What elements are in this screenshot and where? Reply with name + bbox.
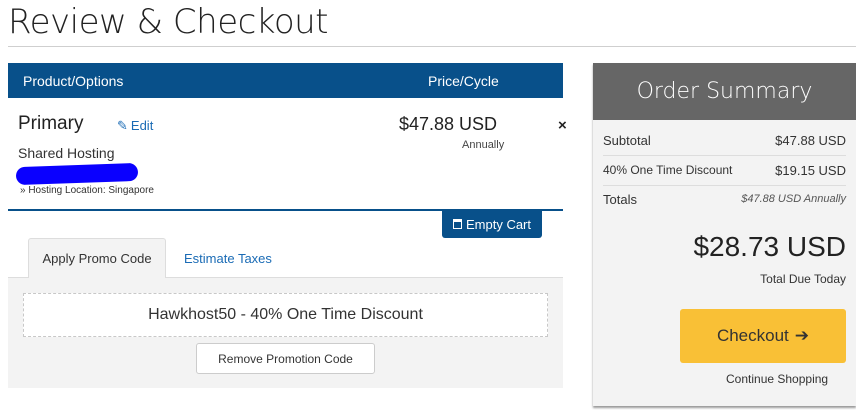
order-summary-title: Order Summary: [593, 63, 856, 120]
cart-table-header: Product/Options Price/Cycle: [8, 63, 563, 98]
edit-label: Edit: [130, 118, 154, 133]
subtotal-value: $47.88 USD: [775, 133, 846, 148]
trash-icon: [452, 219, 462, 229]
title-divider: [8, 46, 856, 47]
price-cycle-header: Price/Cycle: [428, 73, 499, 89]
product-options-header: Product/Options: [23, 73, 124, 89]
applied-promo-code: Hawkhost50 - 40% One Time Discount: [23, 293, 548, 337]
tab-apply-promo-code[interactable]: Apply Promo Code: [28, 238, 166, 278]
summary-row-subtotal: Subtotal $47.88 USD: [603, 126, 846, 156]
subtotal-label: Subtotal: [603, 133, 651, 148]
summary-row-discount: 40% One Time Discount $19.15 USD: [603, 156, 846, 186]
discount-value: $19.15 USD: [775, 163, 846, 178]
pencil-icon: ✎: [117, 118, 128, 133]
product-name: Primary: [18, 113, 84, 134]
close-icon[interactable]: ×: [558, 117, 567, 134]
edit-product-link[interactable]: ✎ Edit: [117, 118, 153, 134]
page-title: Review & Checkout: [8, 2, 329, 42]
product-group: Shared Hosting: [18, 145, 115, 161]
empty-cart-label: Empty Cart: [465, 216, 531, 232]
billing-cycle: Annually: [462, 139, 505, 151]
tab-estimate-taxes[interactable]: Estimate Taxes: [184, 251, 272, 266]
remove-promotion-code-button[interactable]: Remove Promotion Code: [196, 343, 375, 374]
total-due-amount: $28.73 USD: [693, 231, 846, 262]
discount-label: 40% One Time Discount: [603, 163, 733, 177]
continue-shopping-link[interactable]: Continue Shopping: [726, 372, 828, 386]
product-price: $47.88 USD: [399, 114, 498, 134]
totals-value: $47.88 USD Annually: [741, 193, 846, 205]
arrow-right-icon: ➔: [794, 326, 810, 345]
checkout-button[interactable]: Checkout ➔: [680, 309, 846, 363]
redaction-mark: [15, 162, 139, 186]
product-option: » Hosting Location: Singapore: [20, 185, 154, 196]
checkout-label: Checkout: [716, 326, 789, 345]
totals-label: Totals: [603, 192, 637, 207]
order-summary-panel: Order Summary Subtotal $47.88 USD 40% On…: [593, 63, 856, 406]
summary-row-totals: Totals $47.88 USD Annually: [603, 185, 846, 214]
empty-cart-button[interactable]: Empty Cart: [442, 210, 542, 238]
total-due-label: Total Due Today: [760, 272, 846, 286]
